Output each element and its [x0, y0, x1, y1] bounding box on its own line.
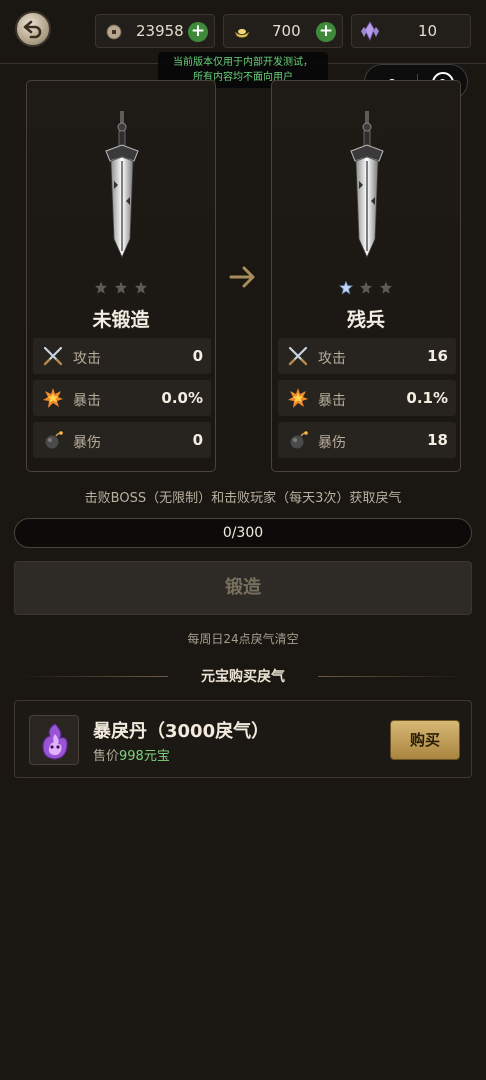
purple-flame-potion-icon: [42, 723, 68, 760]
crystals-value: 10: [418, 22, 438, 40]
progress-text: 0/300: [222, 525, 264, 541]
upgrade-arrow-icon: [229, 266, 255, 288]
currency-crystals: 10: [351, 14, 471, 48]
stat-name: 暴伤: [73, 435, 101, 451]
burst-icon: [288, 388, 308, 408]
tier-name: 未锻造: [92, 309, 150, 331]
stat-value: 0.0%: [161, 389, 203, 407]
swords-icon: [43, 346, 63, 366]
item-icon-frame: [29, 715, 79, 765]
star-icon: [379, 281, 393, 295]
weekly-clear-note: 每周日24点戾气清空: [187, 632, 299, 646]
stat-name: 攻击: [73, 351, 101, 367]
notice-line-1: 当前版本仅用于内部开发测试，: [173, 57, 313, 68]
swords-icon: [288, 346, 308, 366]
buy-button[interactable]: 购买: [390, 720, 460, 760]
stat-value: 0.1%: [406, 389, 448, 407]
price-prefix: 售价: [93, 749, 120, 764]
star-icon: [134, 281, 148, 295]
star-rating: [272, 281, 460, 295]
bomb-icon: [44, 431, 63, 450]
sword-icon: [347, 111, 387, 261]
sword-icon: [102, 111, 142, 261]
back-arrow-icon: [23, 20, 42, 39]
stat-row-crit-damage: 暴伤 0: [33, 422, 211, 458]
ingot-icon: [234, 28, 250, 38]
crystal-icon: [361, 21, 379, 41]
star-icon: [114, 281, 128, 295]
coin-icon: [106, 24, 122, 40]
price-value: 998元宝: [119, 749, 170, 764]
next-weapon-panel: 残兵 攻击 16 暴击 0.1% 暴伤 18: [271, 80, 461, 472]
stat-value: 0: [192, 347, 203, 365]
divider-line-right: [318, 676, 468, 677]
stat-row-crit: 暴击 0.1%: [278, 380, 456, 416]
stat-row-crit-damage: 暴伤 18: [278, 422, 456, 458]
back-button[interactable]: [15, 11, 51, 47]
energy-source-hint: 击败BOSS（无限制）和击败玩家（每天3次）获取戾气: [84, 491, 402, 506]
shop-section-header: 元宝购买戾气: [0, 666, 486, 688]
item-name: 暴戾丹（3000戾气）: [93, 721, 270, 742]
currency-coins: 23958 +: [95, 14, 215, 48]
stat-value: 18: [427, 431, 448, 449]
stat-name: 攻击: [318, 351, 346, 367]
star-icon: [94, 281, 108, 295]
energy-progress-bar: 0/300: [14, 518, 472, 548]
stat-name: 暴击: [73, 393, 101, 409]
stat-value: 0: [192, 431, 203, 449]
current-weapon-panel: 未锻造 攻击 0 暴击 0.0% 暴伤 0: [26, 80, 216, 472]
ingots-value: 700: [272, 22, 301, 40]
stat-name: 暴伤: [318, 435, 346, 451]
forge-button[interactable]: 锻造: [14, 561, 472, 615]
stat-row-attack: 攻击 16: [278, 338, 456, 374]
star-icon: [359, 281, 373, 295]
stat-row-attack: 攻击 0: [33, 338, 211, 374]
tier-name: 残兵: [346, 309, 385, 331]
stat-value: 16: [427, 347, 448, 365]
add-ingots-button[interactable]: +: [316, 22, 336, 42]
item-price: 售价998元宝: [93, 745, 170, 764]
currency-ingots: 700 +: [223, 14, 343, 48]
star-rating: [27, 281, 215, 295]
add-coins-button[interactable]: +: [188, 22, 208, 42]
stat-row-crit: 暴击 0.0%: [33, 380, 211, 416]
star-lit-icon: [339, 281, 353, 295]
bomb-icon: [289, 431, 308, 450]
stat-name: 暴击: [318, 393, 346, 409]
burst-icon: [43, 388, 63, 408]
shop-item-card: 暴戾丹（3000戾气） 售价998元宝 购买: [14, 700, 472, 778]
coins-value: 23958: [136, 22, 184, 40]
